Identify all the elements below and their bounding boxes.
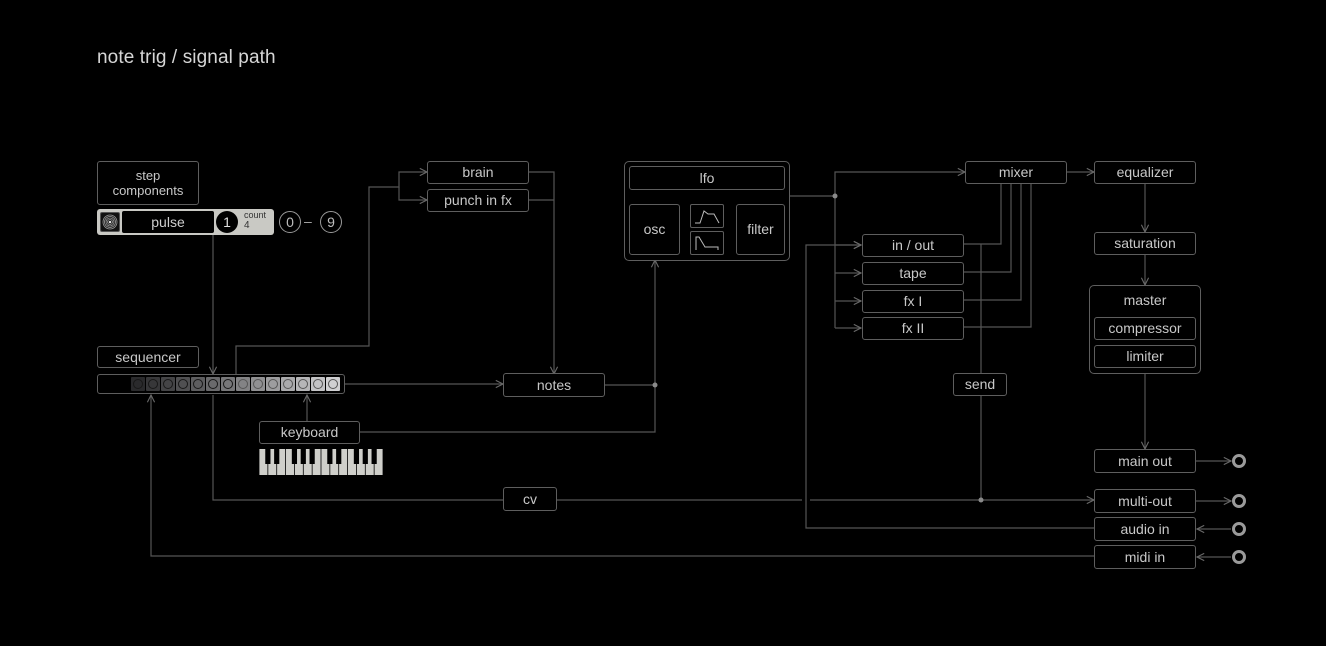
sequencer-step[interactable]	[281, 377, 295, 391]
sequencer-step[interactable]	[161, 377, 175, 391]
sequencer-label-box[interactable]: sequencer	[97, 346, 199, 368]
fx-1-box[interactable]: fx I	[862, 290, 964, 313]
junction-dot	[652, 382, 658, 388]
step-components-box[interactable]: step components	[97, 161, 199, 205]
keyboard-box[interactable]: keyboard	[259, 421, 360, 444]
step-ring-icon	[148, 379, 158, 389]
wire-sequencer-cv	[212, 395, 503, 501]
wire-notes-osc	[605, 260, 655, 386]
filter-box[interactable]: filter	[736, 204, 785, 255]
black-key[interactable]	[371, 449, 377, 464]
wire-sequencer-punch	[398, 187, 427, 200]
wire-brain-notes	[529, 171, 554, 374]
sequencer-step[interactable]	[251, 377, 265, 391]
tape-box[interactable]: tape	[862, 262, 964, 285]
sequencer-step[interactable]	[206, 377, 220, 391]
wire-audioin-inout	[805, 245, 1094, 529]
sequencer-steps[interactable]	[97, 374, 345, 394]
junction-dot	[832, 193, 838, 199]
black-key[interactable]	[300, 449, 306, 464]
multi-out-box[interactable]: multi-out	[1094, 489, 1196, 513]
pulse-component[interactable]: pulse 1 count 4	[97, 209, 274, 235]
send-box[interactable]: send	[953, 373, 1007, 396]
wire-inout-mixer	[964, 183, 1002, 245]
step-ring-icon	[268, 379, 278, 389]
keyboard-keys-icon[interactable]	[259, 449, 383, 475]
black-key[interactable]	[353, 449, 360, 464]
osc-box[interactable]: osc	[629, 204, 680, 255]
step-ring-icon	[163, 379, 173, 389]
saturation-box[interactable]: saturation	[1094, 232, 1196, 255]
limiter-box[interactable]: limiter	[1094, 345, 1196, 368]
sequencer-step[interactable]	[176, 377, 190, 391]
pulse-number[interactable]: 1	[216, 211, 238, 233]
mixer-box[interactable]: mixer	[965, 161, 1067, 184]
notes-box[interactable]: notes	[503, 373, 605, 397]
step-ring-icon	[178, 379, 188, 389]
sequencer-step[interactable]	[221, 377, 235, 391]
black-key[interactable]	[291, 449, 298, 464]
sequencer-step[interactable]	[236, 377, 250, 391]
master-label: master	[1123, 291, 1167, 308]
black-key[interactable]	[265, 449, 271, 464]
wire-tape-mixer	[964, 183, 1012, 273]
compressor-box[interactable]: compressor	[1094, 317, 1196, 340]
multi-out-port-icon[interactable]	[1232, 494, 1246, 508]
audio-in-port-icon[interactable]	[1232, 522, 1246, 536]
sequencer-step[interactable]	[131, 377, 145, 391]
count-value: 4	[244, 220, 250, 231]
wire-filter-mixer	[764, 172, 965, 204]
step-ring-icon	[283, 379, 293, 389]
junction-dot	[978, 497, 984, 503]
brain-box[interactable]: brain	[427, 161, 529, 184]
midi-in-box[interactable]: midi in	[1094, 545, 1196, 569]
adsr-envelope-icon[interactable]	[690, 204, 724, 228]
sequencer-step[interactable]	[191, 377, 205, 391]
wire-fx1-mixer	[964, 183, 1022, 301]
decay-envelope-icon[interactable]	[690, 231, 724, 255]
step-ring-icon	[253, 379, 263, 389]
sequencer-step[interactable]	[266, 377, 280, 391]
sequencer-step[interactable]	[296, 377, 310, 391]
pulse-label: pulse	[122, 211, 214, 233]
radial-pulse-icon	[100, 212, 120, 232]
count-label: count	[244, 210, 267, 220]
sequencer-step[interactable]	[326, 377, 340, 391]
step-ring-icon	[208, 379, 218, 389]
step-ring-icon	[313, 379, 323, 389]
step-ring-icon	[298, 379, 308, 389]
main-out-port-icon[interactable]	[1232, 454, 1246, 468]
main-out-box[interactable]: main out	[1094, 449, 1196, 473]
in-out-box[interactable]: in / out	[862, 234, 964, 257]
step-ring-icon	[238, 379, 248, 389]
fx-2-box[interactable]: fx II	[862, 317, 964, 340]
black-key[interactable]	[336, 449, 342, 464]
midi-in-port-icon[interactable]	[1232, 550, 1246, 564]
range-max[interactable]: 9	[320, 211, 342, 233]
range-dash: –	[304, 213, 312, 229]
audio-in-box[interactable]: audio in	[1094, 517, 1196, 541]
sequencer-step[interactable]	[146, 377, 160, 391]
black-key[interactable]	[274, 449, 280, 464]
step-ring-icon	[328, 379, 338, 389]
wire-midi-sequencer	[151, 395, 1094, 557]
lfo-box[interactable]: lfo	[629, 166, 785, 190]
black-key[interactable]	[362, 449, 368, 464]
range-min[interactable]: 0	[279, 211, 301, 233]
equalizer-box[interactable]: equalizer	[1094, 161, 1196, 184]
black-key[interactable]	[327, 449, 333, 464]
wire-sequencer-brain	[235, 172, 427, 374]
cv-box[interactable]: cv	[503, 487, 557, 511]
step-ring-icon	[133, 379, 143, 389]
step-ring-icon	[193, 379, 203, 389]
punch-in-fx-box[interactable]: punch in fx	[427, 189, 529, 212]
step-ring-icon	[223, 379, 233, 389]
sequencer-step[interactable]	[311, 377, 325, 391]
black-key[interactable]	[309, 449, 315, 464]
